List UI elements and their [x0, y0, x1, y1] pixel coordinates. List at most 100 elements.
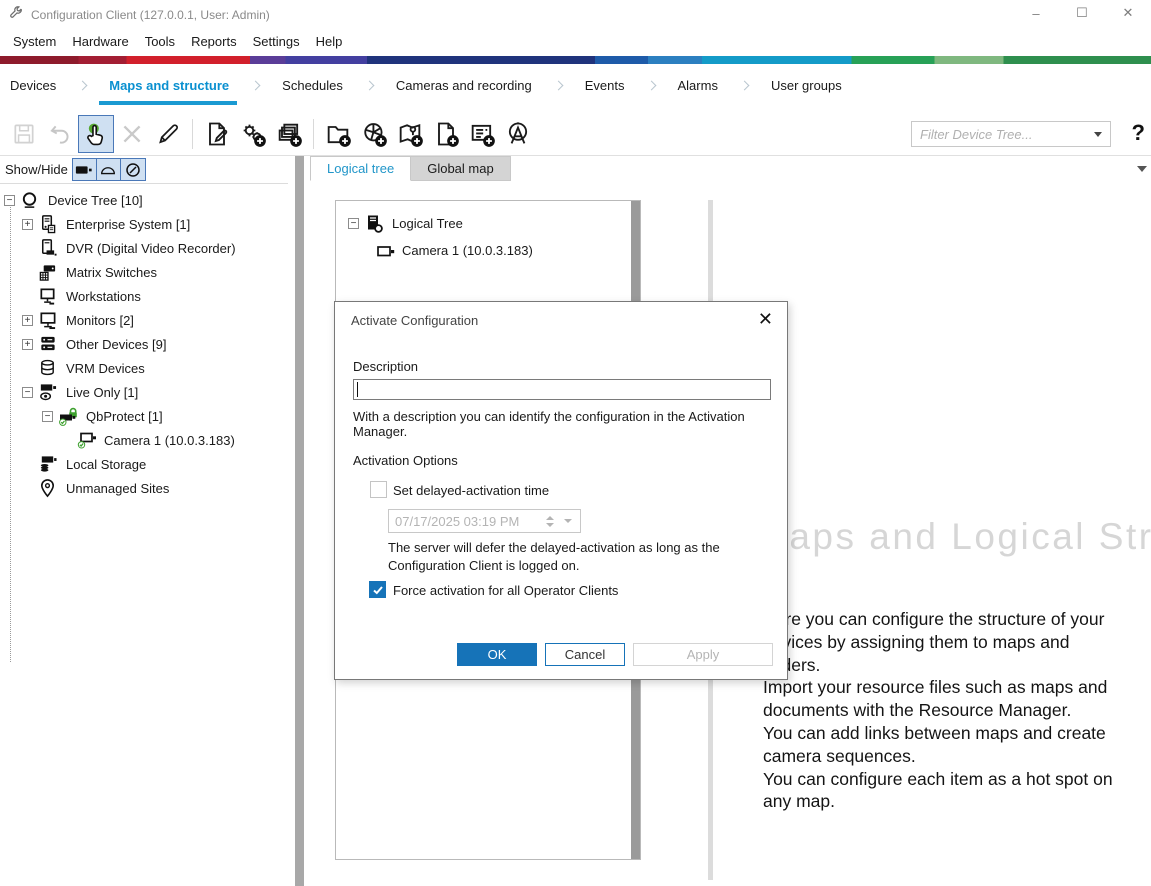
nav-tab-maps-and-structure[interactable]: Maps and structure [109, 72, 229, 103]
tree-item-vrm-devices[interactable]: VRM Devices [0, 356, 288, 380]
tree-item-device-tree-10[interactable]: −Device Tree [10] [0, 188, 288, 212]
tree-item-label: Matrix Switches [66, 265, 157, 280]
tree-item-label: DVR (Digital Video Recorder) [66, 241, 236, 256]
tree-item-local-storage[interactable]: Local Storage [0, 452, 288, 476]
tree-item-monitors-2[interactable]: +Monitors [2] [0, 308, 288, 332]
collapse-icon[interactable]: − [42, 411, 53, 422]
menu-system[interactable]: System [5, 30, 64, 53]
pane-options-chevron-icon[interactable] [1137, 166, 1147, 172]
rename-document-button[interactable] [199, 115, 235, 153]
add-hotspot-button[interactable] [500, 115, 536, 153]
tree-item-workstations[interactable]: Workstations [0, 284, 288, 308]
panel-splitter[interactable] [295, 156, 304, 886]
doc-add-icon [432, 120, 460, 148]
datetime-spinner[interactable] [546, 516, 554, 527]
tree-item-matrix-switches[interactable]: Matrix Switches [0, 260, 288, 284]
add-device-button[interactable] [235, 115, 271, 153]
tree-item-label: VRM Devices [66, 361, 145, 376]
device-tree-panel: Show/Hide −Device Tree [10]+Enterprise S… [0, 156, 288, 886]
add-map-button[interactable] [392, 115, 428, 153]
tree-item-label: QbProtect [1] [86, 409, 163, 424]
close-button[interactable]: ✕ [1105, 0, 1151, 26]
delete-button[interactable] [114, 115, 150, 153]
help-button[interactable]: ? [1132, 120, 1145, 146]
tree-item-qbprotect-1[interactable]: − QbProtect [1] [0, 404, 288, 428]
tree-item-unmanaged-sites[interactable]: Unmanaged Sites [0, 476, 288, 500]
tab-logical-tree[interactable]: Logical tree [310, 156, 411, 181]
description-helper-text: With a description you can identify the … [353, 409, 787, 439]
force-activation-checkbox[interactable] [369, 581, 386, 598]
undo-button[interactable] [42, 115, 78, 153]
tree-item-live-only-1[interactable]: − Live Only [1] [0, 380, 288, 404]
root-circle-icon [20, 190, 42, 210]
list-add-icon [468, 120, 496, 148]
add-resource-button[interactable] [464, 115, 500, 153]
apply-button[interactable]: Apply [633, 643, 773, 666]
datetime-dropdown-icon[interactable] [564, 519, 572, 523]
activate-configuration-button[interactable] [78, 115, 114, 153]
save-button[interactable] [6, 115, 42, 153]
expand-icon[interactable]: + [22, 339, 33, 350]
tree-item-enterprise-system-1[interactable]: +Enterprise System [1] [0, 212, 288, 236]
logical-tree-item-camera-1-10-0-3-183[interactable]: Camera 1 (10.0.3.183) [346, 238, 640, 263]
menu-settings[interactable]: Settings [245, 30, 308, 53]
menu-tools[interactable]: Tools [137, 30, 183, 53]
ok-button[interactable]: OK [457, 643, 537, 666]
nav-tab-schedules[interactable]: Schedules [282, 72, 343, 103]
nav-tab-user-groups[interactable]: User groups [771, 72, 842, 103]
maximize-button[interactable]: ☐ [1059, 0, 1105, 26]
add-document-button[interactable] [428, 115, 464, 153]
duplicate-button[interactable] [271, 115, 307, 153]
chevron-down-icon[interactable] [1094, 132, 1102, 137]
folder-add-icon [324, 120, 352, 148]
nav-tab-alarms[interactable]: Alarms [678, 72, 718, 103]
collapse-icon[interactable]: − [348, 218, 359, 229]
toggle-cameras[interactable] [73, 159, 97, 180]
chevron-right-icon [553, 80, 563, 90]
description-input[interactable] [353, 379, 771, 400]
dialog-close-icon[interactable]: ✕ [758, 309, 773, 330]
help-text-line: You can add links between maps and creat… [763, 722, 1151, 745]
help-text-line: Here you can configure the structure of … [763, 608, 1151, 631]
menu-help[interactable]: Help [308, 30, 351, 53]
help-text: Here you can configure the structure of … [763, 608, 1151, 813]
map-pin-add-icon [396, 120, 424, 148]
toggle-domes[interactable] [97, 159, 121, 180]
tree-item-camera-1-10-0-3-183[interactable]: Camera 1 (10.0.3.183) [0, 428, 288, 452]
expand-icon[interactable]: + [22, 219, 33, 230]
minimize-button[interactable]: – [1013, 0, 1059, 26]
window-title: Configuration Client (127.0.0.1, User: A… [31, 8, 270, 22]
collapse-icon[interactable]: − [4, 195, 15, 206]
tree-item-other-devices-9[interactable]: +Other Devices [9] [0, 332, 288, 356]
collapse-icon[interactable]: − [22, 387, 33, 398]
tree-item-dvr-digital-video-recorder[interactable]: DVR (Digital Video Recorder) [0, 236, 288, 260]
menu-reports[interactable]: Reports [183, 30, 245, 53]
local-storage-icon [38, 454, 60, 474]
nav-tab-cameras-and-recording[interactable]: Cameras and recording [396, 72, 532, 103]
brand-gradient-strip [0, 56, 1151, 64]
camera-logical-icon [374, 241, 396, 261]
device-tree: −Device Tree [10]+Enterprise System [1] D… [0, 184, 288, 500]
window-controls: –☐✕ [1013, 0, 1151, 26]
cancel-button[interactable]: Cancel [545, 643, 625, 666]
logical-tree-item-logical-tree[interactable]: − Logical Tree [346, 211, 640, 236]
add-camera-sequence-button[interactable] [356, 115, 392, 153]
tab-global-map[interactable]: Global map [411, 156, 510, 181]
menu-hardware[interactable]: Hardware [64, 30, 136, 53]
description-label: Description [353, 359, 418, 374]
edit-pencil-button[interactable] [150, 115, 186, 153]
delayed-activation-datetime-field[interactable]: 07/17/2025 03:19 PM [388, 509, 581, 533]
toolbar-separator [313, 119, 314, 149]
nav-tab-devices[interactable]: Devices [10, 72, 56, 103]
tree-item-label: Logical Tree [392, 216, 463, 231]
tree-item-label: Workstations [66, 289, 141, 304]
add-folder-button[interactable] [320, 115, 356, 153]
toolbar-separator [192, 119, 193, 149]
toggle-gauges[interactable] [121, 159, 145, 180]
toggle-cameras-icon [75, 163, 93, 177]
tree-item-label: Live Only [1] [66, 385, 138, 400]
delayed-activation-checkbox[interactable] [370, 481, 387, 498]
nav-tab-events[interactable]: Events [585, 72, 625, 103]
expand-icon[interactable]: + [22, 315, 33, 326]
filter-device-tree-combo[interactable]: Filter Device Tree... [911, 121, 1111, 147]
